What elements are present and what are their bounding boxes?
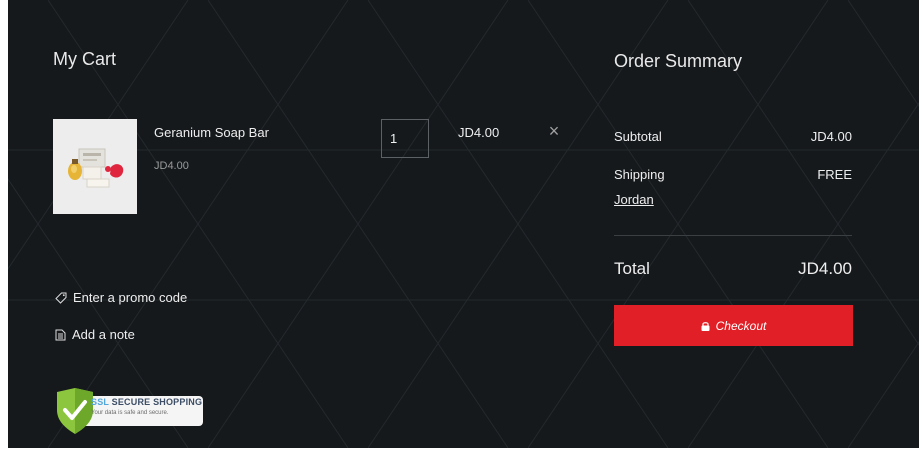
total-label: Total xyxy=(614,259,650,278)
shipping-label: Shipping xyxy=(614,167,665,182)
checkout-button[interactable]: Checkout xyxy=(614,305,853,346)
cart-page: My Cart Geranium Soap Bar JD4.00 JD4.00 … xyxy=(8,0,919,448)
line-total: JD4.00 xyxy=(458,125,500,140)
lock-icon xyxy=(701,321,710,331)
cart-title: My Cart xyxy=(53,49,116,69)
shipping-destination-link[interactable]: Jordan xyxy=(614,192,654,207)
add-note-link[interactable]: Add a note xyxy=(55,327,135,342)
ssl-badge-title-rest: SECURE SHOPPING xyxy=(111,397,203,407)
subtotal-label: Subtotal xyxy=(614,129,662,144)
background-triangle-pattern xyxy=(8,0,919,448)
order-summary-title: Order Summary xyxy=(614,51,743,71)
summary-divider xyxy=(614,235,852,236)
add-note-label: Add a note xyxy=(72,327,135,342)
product-name[interactable]: Geranium Soap Bar xyxy=(154,125,269,140)
note-icon xyxy=(55,329,66,340)
ssl-secure-badge: SSL SECURE SHOPPING Your data is safe an… xyxy=(55,388,205,434)
promo-code-link[interactable]: Enter a promo code xyxy=(55,290,187,305)
ssl-badge-prefix: SSL xyxy=(91,397,109,407)
shipping-value: FREE xyxy=(817,167,852,182)
soap-product-image xyxy=(53,119,137,214)
promo-code-label: Enter a promo code xyxy=(73,290,188,305)
product-thumbnail[interactable] xyxy=(53,119,137,214)
close-icon[interactable]: × xyxy=(546,122,562,140)
tag-icon xyxy=(55,292,67,304)
subtotal-value: JD4.00 xyxy=(810,129,852,144)
checkout-label: Checkout xyxy=(715,318,767,333)
total-value: JD4.00 xyxy=(798,259,852,278)
ssl-badge-title: SSL SECURE SHOPPING xyxy=(91,397,202,407)
product-unit-price: JD4.00 xyxy=(154,160,189,172)
ssl-badge-subtitle: Your data is safe and secure. xyxy=(91,410,169,416)
quantity-input[interactable] xyxy=(381,119,429,158)
shield-check-icon xyxy=(57,388,93,434)
